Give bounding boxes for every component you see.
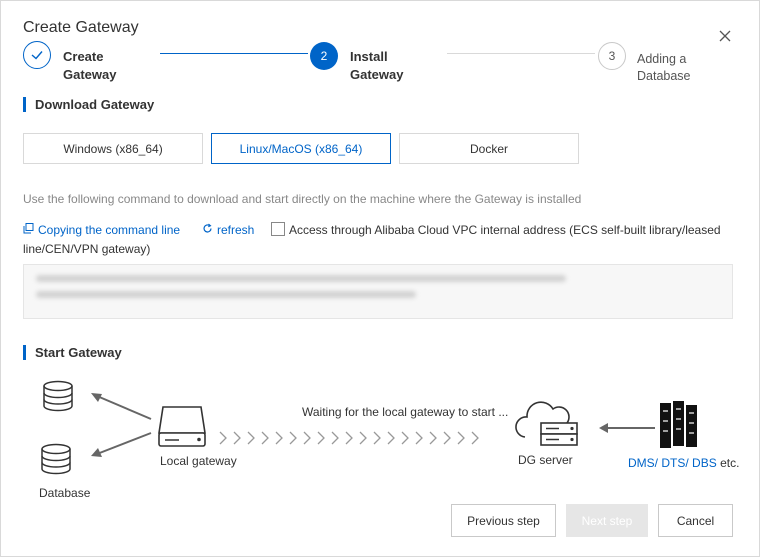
tab-windows[interactable]: Windows (x86_64) — [23, 133, 203, 164]
tab-docker[interactable]: Docker — [399, 133, 579, 164]
dms-rack-icon — [660, 401, 697, 448]
database-icon — [41, 443, 71, 475]
download-gateway-title: Download Gateway — [23, 97, 154, 112]
dms-link[interactable]: DMS/ — [628, 456, 658, 470]
command-line-blurred — [36, 275, 566, 282]
dms-links: DMS/ DTS/ DBS etc. — [628, 456, 739, 470]
arrow-to-database-icon — [91, 432, 152, 457]
arrow-to-dg-server-icon — [599, 423, 655, 433]
step-connector-done — [160, 53, 308, 54]
waiting-status: Waiting for the local gateway to start .… — [302, 405, 509, 419]
step-1-label: Create Gateway — [63, 49, 117, 82]
create-gateway-dialog: Create Gateway Create Gateway 2 Install … — [0, 0, 760, 557]
dialog-title: Create Gateway — [23, 19, 139, 36]
etc-text: etc. — [720, 456, 740, 470]
tab-linux-macos[interactable]: Linux/MacOS (x86_64) — [211, 133, 391, 164]
step-2-number: 2 — [310, 42, 338, 70]
step-3-number: 3 — [598, 42, 626, 70]
vpc-checkbox[interactable] — [271, 222, 285, 236]
start-gateway-title: Start Gateway — [23, 345, 122, 360]
dg-server-label: DG server — [518, 453, 573, 467]
database-icon — [43, 380, 73, 412]
close-icon[interactable] — [717, 28, 733, 44]
step-3-label: Adding a Database — [637, 52, 691, 83]
step-1-check-icon — [23, 41, 51, 69]
database-label: Database — [39, 486, 91, 500]
dbs-link[interactable]: DBS — [692, 456, 717, 470]
dts-link[interactable]: DTS/ — [661, 456, 688, 470]
next-step-button[interactable]: Next step — [566, 504, 648, 537]
command-box[interactable] — [23, 264, 733, 319]
cancel-button[interactable]: Cancel — [658, 504, 733, 537]
arrow-to-database-icon — [91, 393, 152, 420]
dg-server-icon — [515, 401, 578, 446]
vpc-checkbox-label: Access through Alibaba Cloud VPC interna… — [23, 223, 721, 256]
local-gateway-label: Local gateway — [160, 454, 237, 468]
previous-step-button[interactable]: Previous step — [451, 504, 556, 537]
step-connector-pending — [447, 53, 595, 54]
step-2-label: Install Gateway — [350, 49, 404, 82]
command-line-blurred — [36, 291, 416, 298]
waiting-chevrons-icon — [219, 431, 479, 445]
download-description: Use the following command to download an… — [23, 192, 582, 206]
local-gateway-icon — [158, 406, 206, 447]
